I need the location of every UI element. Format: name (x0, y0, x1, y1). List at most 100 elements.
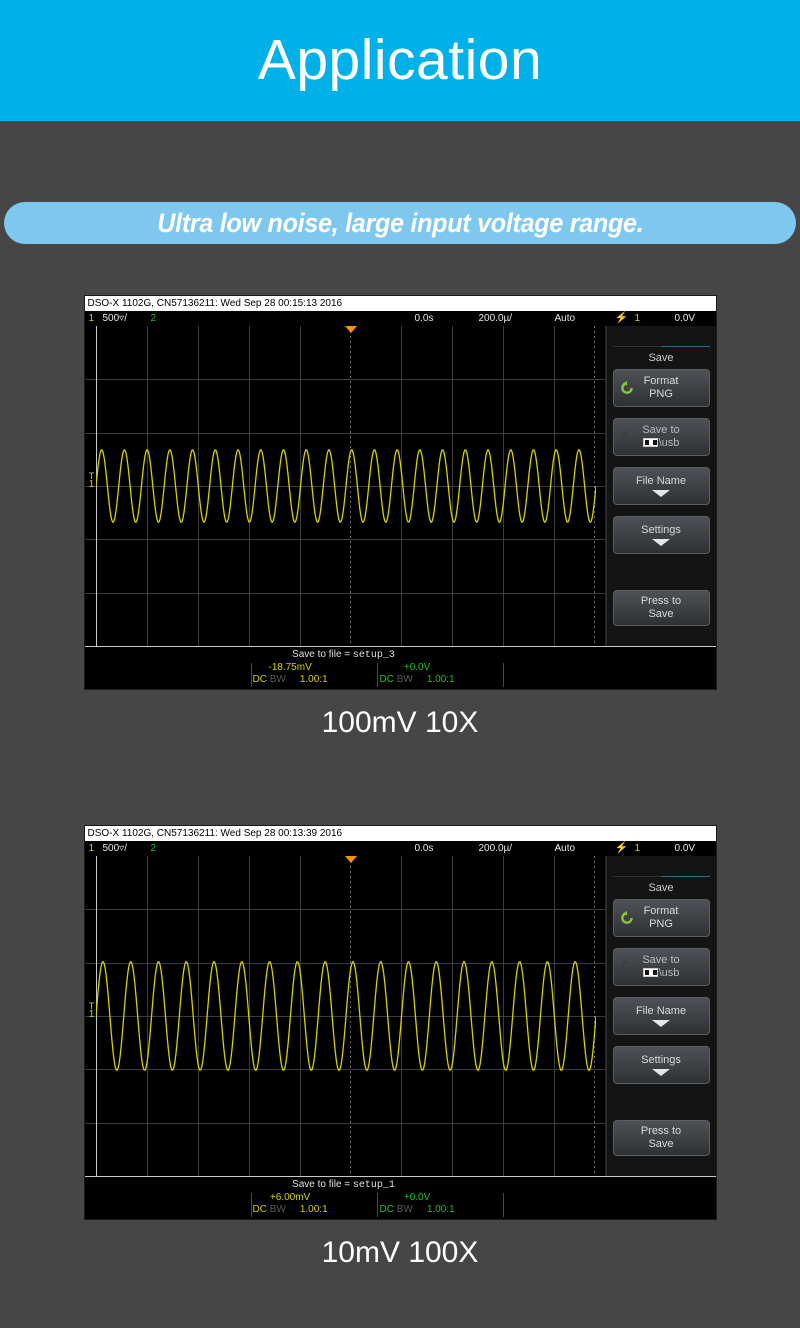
softkey-save-to-label: Save to (642, 424, 679, 437)
scope-caption: 10mV 100X (322, 1236, 479, 1270)
softkey-save-to-path: \usb (659, 437, 680, 449)
softkey-file-name-label: File Name (636, 1005, 686, 1018)
softkey-format-value: PNG (649, 918, 673, 931)
softkey-press-label-2: Save (648, 1138, 673, 1151)
probe-ratio: 1.00:1 (300, 1204, 328, 1215)
scope-body: T 1 Save Format PNG (85, 856, 716, 1176)
softkey-settings[interactable]: Settings (613, 516, 710, 554)
status-trigger-level[interactable]: 0.0V (675, 841, 696, 856)
scope-block-2: DSO-X 1102G, CN57136211: Wed Sep 28 00:1… (0, 825, 800, 1270)
bandwidth-label: BW (397, 1204, 413, 1215)
status-time-per-div[interactable]: 200.0µ/ (479, 311, 513, 326)
side-menu-divider (613, 346, 710, 347)
softkey-press-to-save[interactable]: Press to Save (613, 1120, 710, 1156)
softkey-settings-label: Settings (641, 1054, 681, 1067)
arrow-down-icon (652, 1069, 670, 1076)
scope-status-bar: 1 500▿/ 2 0.0s 200.0µ/ Auto ⚡ 1 0.0V (85, 841, 716, 856)
coupling-label: DC (253, 674, 267, 685)
softkey-format[interactable]: Format PNG (613, 369, 710, 407)
measurement-separator (251, 663, 252, 687)
softkey-save-to-value: \usb (643, 967, 680, 980)
status-trigger-mode[interactable]: Auto (555, 841, 576, 856)
measurement-separator (503, 1193, 504, 1217)
tagline-text: Ultra low noise, large input voltage ran… (157, 208, 643, 239)
measurement-channel-2[interactable]: +0.0V DC BW1.00:1 (380, 1192, 455, 1216)
softkey-settings-label: Settings (641, 524, 681, 537)
softkey-file-name[interactable]: File Name (613, 467, 710, 505)
status-ch1-indicator[interactable]: 1 (89, 311, 95, 326)
softkey-file-name[interactable]: File Name (613, 997, 710, 1035)
waveform-graticule[interactable]: T 1 (85, 856, 605, 1176)
measurement-details: DC BW 1.00:1 (380, 674, 455, 686)
oscilloscope-screenshot: DSO-X 1102G, CN57136211: Wed Sep 28 00:1… (84, 295, 717, 690)
oscilloscope-screenshot: DSO-X 1102G, CN57136211: Wed Sep 28 00:1… (84, 825, 717, 1220)
side-menu-divider (613, 876, 710, 877)
side-menu-panel: Save Format PNG S (605, 856, 716, 1176)
side-menu-panel: Save Format PNG S (605, 326, 716, 646)
coupling-label: DC (380, 674, 394, 685)
save-to-file-label: Save to file = (292, 649, 353, 660)
scope-block-1: DSO-X 1102G, CN57136211: Wed Sep 28 00:1… (0, 295, 800, 740)
status-delay[interactable]: 0.0s (415, 311, 434, 326)
waveform-graticule[interactable]: T 1 (85, 326, 605, 646)
probe-ratio: 1.00:1 (427, 674, 455, 685)
save-to-file-label: Save to file = (292, 1179, 353, 1190)
measurement-details: DC BW1.00:1 (253, 1204, 328, 1216)
status-ch1-indicator[interactable]: 1 (89, 841, 95, 856)
page-header-banner: Application (0, 0, 800, 121)
softkey-press-to-save[interactable]: Press to Save (613, 590, 710, 626)
status-delay[interactable]: 0.0s (415, 841, 434, 856)
tagline-pill: Ultra low noise, large input voltage ran… (4, 202, 796, 244)
status-ch2-indicator[interactable]: 2 (151, 841, 157, 856)
softkey-save-to-value: \usb (643, 437, 680, 450)
arrow-down-icon (652, 539, 670, 546)
bandwidth-label: BW (397, 674, 413, 685)
status-ch2-indicator[interactable]: 2 (151, 311, 157, 326)
measurement-bar: -18.75mV DC BW1.00:1 +0.0V DC BW 1.00:1 (85, 661, 716, 689)
measurement-value: -18.75mV (253, 662, 328, 674)
softkey-press-label-2: Save (648, 608, 673, 621)
measurement-channel-1[interactable]: -18.75mV DC BW1.00:1 (253, 662, 328, 686)
status-trigger-source[interactable]: 1 (635, 311, 641, 326)
save-to-file-status: Save to file = setup_1 (85, 1176, 716, 1191)
measurement-value: +0.0V (380, 662, 455, 674)
status-volts-per-div[interactable]: 500▿/ (103, 311, 127, 326)
rotate-icon-dim (620, 960, 634, 974)
waveform-trace-ch1 (96, 856, 596, 1176)
softkey-save-to[interactable]: Save to \usb (613, 418, 710, 456)
arrow-down-icon (652, 490, 670, 497)
softkey-settings[interactable]: Settings (613, 1046, 710, 1084)
waveform-path (96, 450, 596, 523)
measurement-separator (251, 1193, 252, 1217)
measurement-separator (377, 1193, 378, 1217)
scope-titlebar: DSO-X 1102G, CN57136211: Wed Sep 28 00:1… (85, 296, 716, 311)
rotate-icon (620, 381, 634, 395)
bandwidth-label: BW (270, 1204, 286, 1215)
bandwidth-label: BW (270, 674, 286, 685)
side-menu-title: Save (613, 352, 710, 364)
scope-caption: 100mV 10X (322, 706, 479, 740)
softkey-press-label-1: Press to (641, 1125, 681, 1138)
measurement-details: DC BW1.00:1 (380, 1204, 455, 1216)
measurement-value: +0.0V (380, 1192, 455, 1204)
measurement-channel-1[interactable]: +6.00mV DC BW1.00:1 (253, 1192, 328, 1216)
status-time-per-div[interactable]: 200.0µ/ (479, 841, 513, 856)
usb-drive-icon (643, 968, 658, 977)
probe-ratio: 1.00:1 (427, 1204, 455, 1215)
softkey-save-to[interactable]: Save to \usb (613, 948, 710, 986)
page-title: Application (258, 32, 542, 89)
softkey-format-value: PNG (649, 388, 673, 401)
trigger-slope-icon: ⚡ (615, 841, 629, 856)
waveform-path (96, 962, 596, 1071)
softkey-format[interactable]: Format PNG (613, 899, 710, 937)
softkey-save-to-label: Save to (642, 954, 679, 967)
status-trigger-level[interactable]: 0.0V (675, 311, 696, 326)
status-trigger-source[interactable]: 1 (635, 841, 641, 856)
status-trigger-mode[interactable]: Auto (555, 311, 576, 326)
save-to-file-value: setup_3 (353, 650, 395, 661)
status-volts-per-div[interactable]: 500▿/ (103, 841, 127, 856)
softkey-format-label: Format (644, 905, 679, 918)
softkey-press-label-1: Press to (641, 595, 681, 608)
measurement-channel-2[interactable]: +0.0V DC BW 1.00:1 (380, 662, 455, 686)
rotate-icon (620, 911, 634, 925)
